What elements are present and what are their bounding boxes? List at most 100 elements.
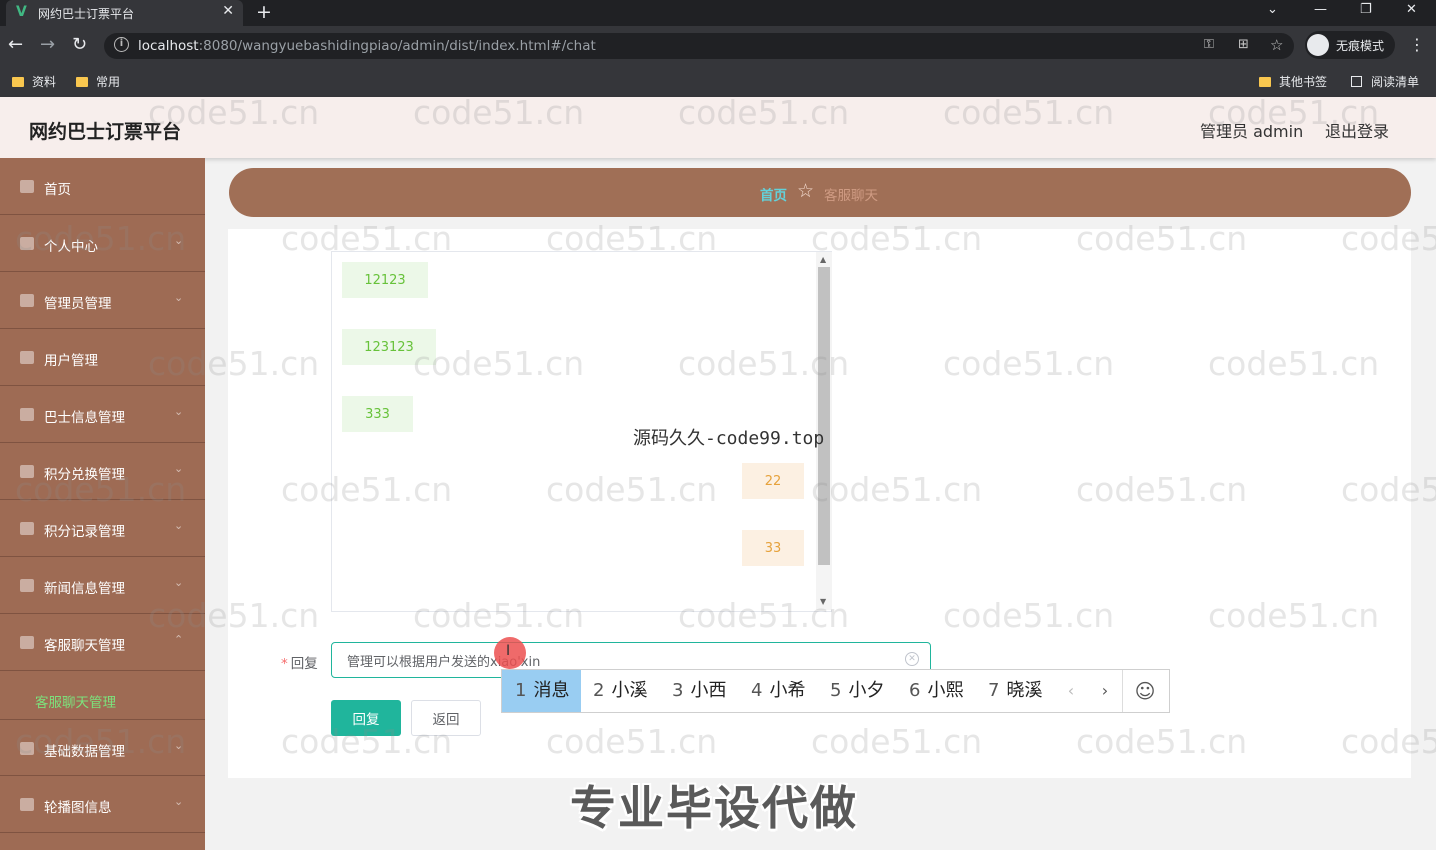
bookmark-folder[interactable]: 资料: [12, 73, 56, 90]
bus-icon: [20, 408, 34, 421]
bookmark-folder-other[interactable]: 其他书签: [1259, 73, 1327, 90]
sidebar-item-user-management[interactable]: 用户管理: [0, 329, 205, 386]
breadcrumb-current: 客服聊天: [824, 188, 878, 204]
reading-list[interactable]: 阅读清单: [1351, 73, 1419, 90]
app-header: 网约巴士订票平台 管理员 admin 退出登录: [0, 97, 1436, 158]
sidebar-item-carousel[interactable]: 轮播图信息 ⌄: [0, 776, 205, 833]
ime-prev-icon[interactable]: ‹: [1058, 670, 1084, 712]
bookmark-star-icon[interactable]: ☆: [1270, 36, 1283, 54]
current-user: 管理员 admin: [1200, 122, 1304, 141]
chat-window[interactable]: 12123 123123 333 22 33: [331, 251, 832, 612]
incognito-label: 无痕模式: [1336, 39, 1385, 53]
watermark-bottom: 专业毕设代做: [570, 781, 858, 835]
ime-candidate[interactable]: 4 小希: [751, 670, 805, 712]
sidebar-item-news-management[interactable]: 新闻信息管理 ⌄: [0, 557, 205, 614]
tab-search-icon[interactable]: ⌄: [1267, 2, 1278, 17]
file-icon: [20, 351, 34, 364]
phone-icon: [20, 798, 34, 811]
site-info-icon[interactable]: i: [114, 37, 129, 52]
chevron-down-icon: ⌄: [174, 576, 184, 589]
folder-icon: [1259, 76, 1271, 87]
ime-candidate[interactable]: 6 小熙: [909, 670, 963, 712]
chat-message-user: 12123: [342, 262, 428, 298]
ime-candidate-bar: 1 消息 2 小溪 3 小西 4 小希 5 小夕 6 小熙 7 晓溪 ‹ › ☺: [501, 669, 1170, 713]
reply-label: * 回复: [281, 656, 318, 672]
chevron-down-icon: ⌄: [174, 234, 184, 247]
maximize-icon[interactable]: ❐: [1360, 2, 1372, 17]
ime-candidate[interactable]: 7 晓溪: [988, 670, 1042, 712]
forward-icon[interactable]: →: [40, 34, 55, 55]
ime-candidate[interactable]: 5 小夕: [830, 670, 884, 712]
chevron-down-icon: ⌄: [174, 739, 184, 752]
clear-input-icon[interactable]: ✕: [905, 652, 919, 666]
scrollbar-thumb[interactable]: [818, 267, 830, 565]
url-text[interactable]: localhost:8080/wangyuebashidingpiao/admi…: [138, 38, 596, 54]
ime-next-icon[interactable]: ›: [1092, 670, 1118, 712]
scroll-down-icon[interactable]: ▼: [820, 597, 826, 606]
incognito-badge[interactable]: 无痕模式: [1305, 31, 1395, 59]
window-close-icon[interactable]: ✕: [1406, 2, 1417, 17]
sidebar-item-personal-center[interactable]: 个人中心 ⌄: [0, 215, 205, 272]
sidebar-item-points-exchange[interactable]: 积分兑换管理 ⌄: [0, 443, 205, 500]
database-icon: [20, 742, 34, 755]
sidebar-item-base-data[interactable]: 基础数据管理 ⌄: [0, 719, 205, 776]
back-icon[interactable]: ←: [8, 34, 23, 55]
grid-icon: [20, 522, 34, 535]
address-bar-row: ← → ↻ i localhost:8080/wangyuebashidingp…: [0, 26, 1436, 66]
chat-message-user: 123123: [342, 329, 436, 365]
ime-candidate[interactable]: 2 小溪: [593, 670, 647, 712]
folder-icon: [76, 76, 88, 87]
logout-link[interactable]: 退出登录: [1325, 118, 1389, 142]
sidebar-item-bus-management[interactable]: 巴士信息管理 ⌄: [0, 386, 205, 443]
vue-logo-icon: V: [16, 4, 27, 20]
folder-icon: [12, 76, 24, 87]
browser-menu-icon[interactable]: ⋮: [1409, 35, 1425, 54]
ime-candidate[interactable]: 3 小西: [672, 670, 726, 712]
url-bar[interactable]: i localhost:8080/wangyuebashidingpiao/ad…: [104, 33, 1294, 59]
chat-message-admin: 22: [742, 463, 804, 499]
incognito-icon: [1307, 34, 1329, 56]
ime-divider: [1122, 670, 1123, 712]
chat-message-user: 333: [342, 396, 413, 432]
key-icon[interactable]: ⚿: [1204, 37, 1214, 52]
back-button[interactable]: 返回: [411, 700, 481, 736]
star-icon: ☆: [797, 180, 815, 202]
sidebar-item-label: 客服聊天管理: [44, 638, 125, 654]
text-cursor-icon: I: [506, 643, 511, 659]
user-icon: [20, 237, 34, 250]
scroll-up-icon[interactable]: ▲: [820, 255, 826, 264]
bookmark-folder[interactable]: 常用: [76, 73, 120, 90]
sidebar-item-points-records[interactable]: 积分记录管理 ⌄: [0, 500, 205, 557]
sidebar-item-label: 首页: [44, 182, 71, 198]
mail-icon: [20, 294, 34, 307]
sidebar-subitem-chat[interactable]: 客服聊天管理: [0, 671, 205, 719]
chevron-down-icon: ⌄: [174, 519, 184, 532]
browser-tab-bar: V 网约巴士订票平台 ✕ + ⌄ — ❐ ✕: [0, 0, 1436, 26]
new-tab-icon[interactable]: +: [256, 1, 272, 23]
sidebar-item-admin-management[interactable]: 管理员管理 ⌄: [0, 272, 205, 329]
breadcrumb: 首页 ☆ 客服聊天: [229, 168, 1411, 217]
sidebar-menu: 首页 个人中心 ⌄ 管理员管理 ⌄ 用户管理 巴士信息管理 ⌄ 积分兑换管理 ⌄…: [0, 158, 205, 850]
reply-button[interactable]: 回复: [331, 700, 401, 736]
emoji-icon[interactable]: ☺: [1130, 670, 1160, 712]
chat-scrollbar[interactable]: ▲ ▼: [816, 252, 832, 610]
chevron-down-icon: ⌄: [174, 291, 184, 304]
reload-icon[interactable]: ↻: [72, 34, 87, 55]
ime-candidate[interactable]: 1 消息: [502, 670, 581, 712]
sidebar-item-chat-management[interactable]: 客服聊天管理 ⌃: [0, 614, 205, 671]
app-title: 网约巴士订票平台: [29, 121, 182, 143]
mic-icon: [20, 465, 34, 478]
browser-tab[interactable]: V 网约巴士订票平台 ✕: [6, 0, 243, 26]
chevron-down-icon: ⌄: [174, 795, 184, 808]
sidebar-item-home[interactable]: 首页: [0, 158, 205, 215]
translate-icon[interactable]: ⊞: [1238, 37, 1249, 52]
tab-close-icon[interactable]: ✕: [222, 3, 234, 19]
sidebar-item-label: 管理员管理: [44, 296, 112, 312]
news-icon: [20, 579, 34, 592]
minimize-icon[interactable]: —: [1314, 2, 1327, 17]
chevron-up-icon: ⌃: [174, 633, 184, 646]
breadcrumb-home[interactable]: 首页: [760, 184, 787, 204]
sidebar-item-label: 积分兑换管理: [44, 467, 125, 483]
tab-title: 网约巴士订票平台: [38, 7, 135, 21]
chat-message-admin: 33: [742, 530, 804, 566]
